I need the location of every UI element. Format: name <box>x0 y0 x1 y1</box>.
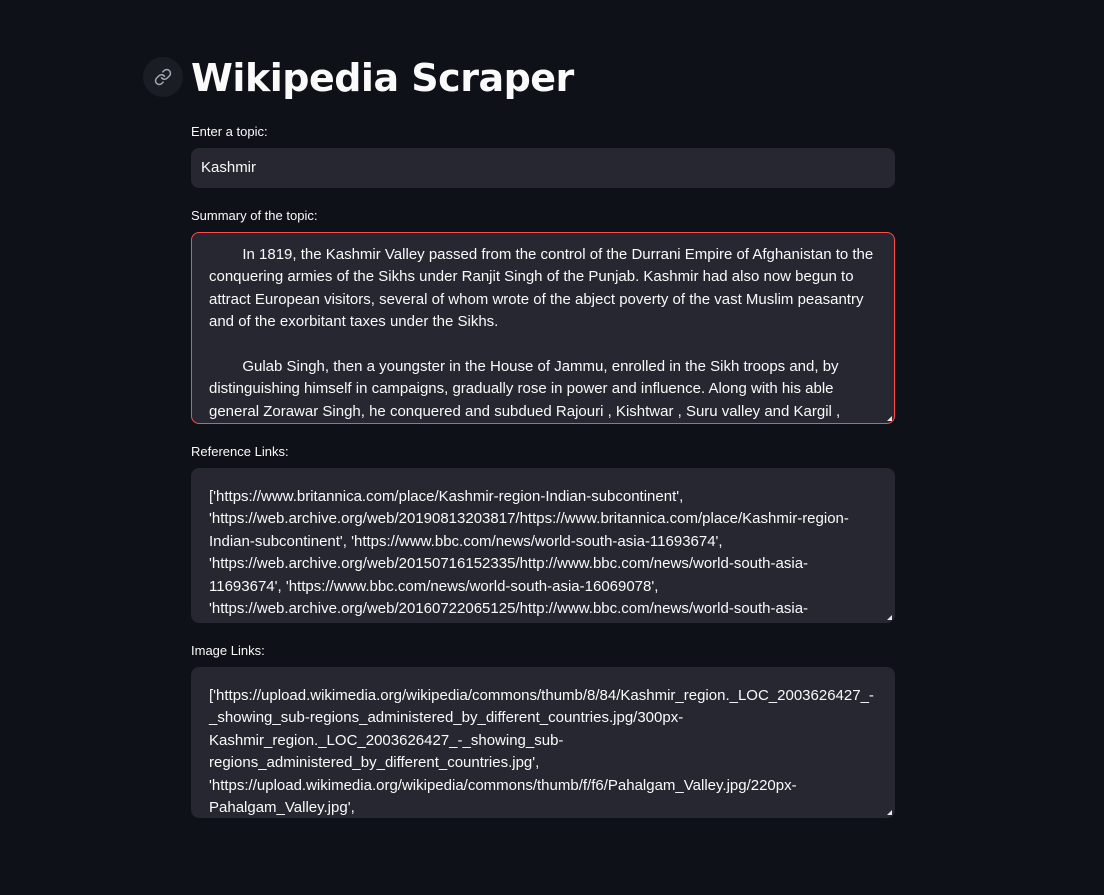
resize-handle-icon[interactable] <box>887 615 892 620</box>
app-page: Wikipedia Scraper Enter a topic: Kashmir… <box>0 0 1104 895</box>
resize-handle-icon[interactable] <box>887 810 892 815</box>
topic-input[interactable]: Kashmir <box>191 148 895 188</box>
image-links-text: ['https://upload.wikimedia.org/wikipedia… <box>209 687 874 817</box>
summary-label: Summary of the topic: <box>191 208 318 223</box>
reference-links-textarea[interactable]: ['https://www.britannica.com/place/Kashm… <box>191 468 895 623</box>
summary-paragraph-2: Gulab Singh, then a youngster in the Hou… <box>209 358 841 420</box>
resize-handle-icon[interactable] <box>887 416 892 421</box>
summary-textarea[interactable]: In 1819, the Kashmir Valley passed from … <box>191 232 895 424</box>
summary-paragraph-1: In 1819, the Kashmir Valley passed from … <box>209 246 874 331</box>
reference-links-text: ['https://www.britannica.com/place/Kashm… <box>209 488 849 618</box>
image-links-textarea[interactable]: ['https://upload.wikimedia.org/wikipedia… <box>191 667 895 818</box>
reference-links-label: Reference Links: <box>191 444 289 459</box>
topic-input-label: Enter a topic: <box>191 124 268 139</box>
image-links-label: Image Links: <box>191 643 265 658</box>
page-title: Wikipedia Scraper <box>191 56 574 100</box>
link-icon[interactable] <box>143 57 183 97</box>
